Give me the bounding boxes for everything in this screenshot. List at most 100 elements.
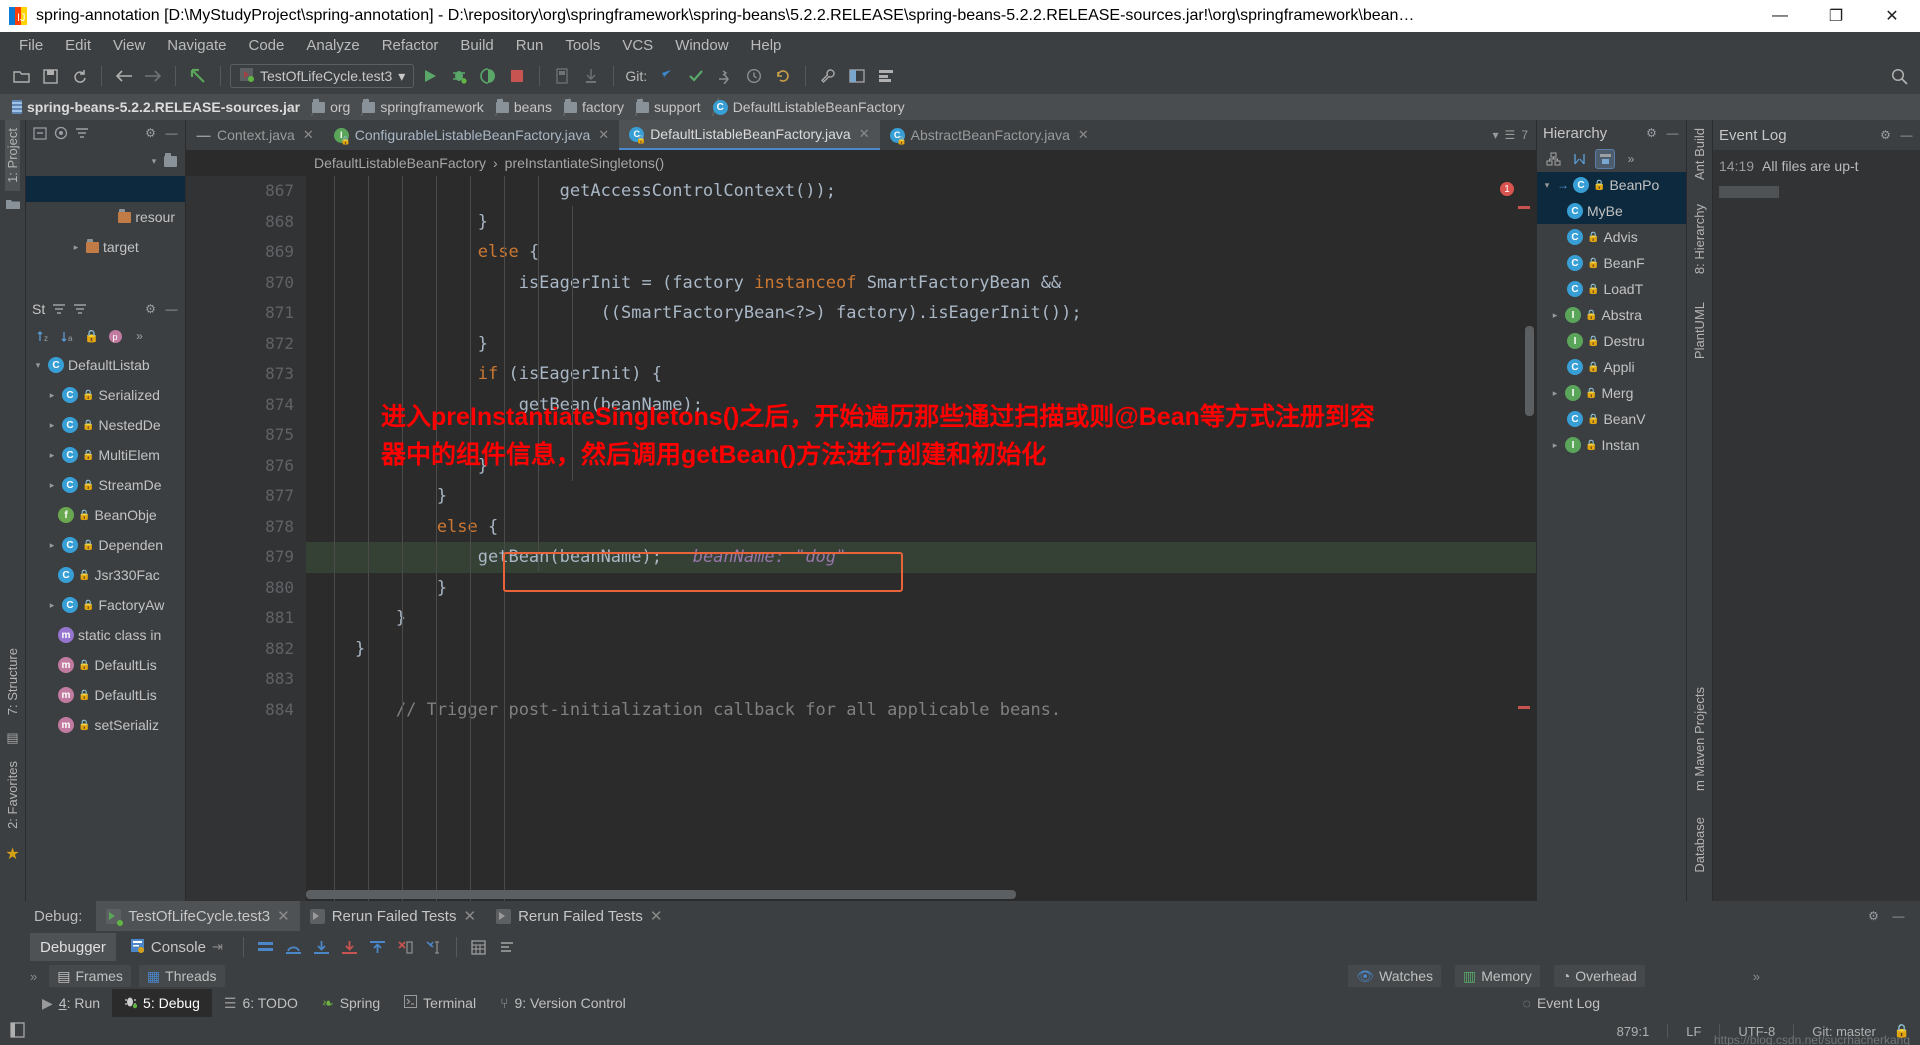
close-icon[interactable]: ✕	[1078, 127, 1089, 143]
sidebar-item-maven[interactable]: m Maven Projects	[1692, 679, 1707, 799]
hierarchy-row-4[interactable]: C 🔒 LoadT	[1537, 276, 1686, 302]
status-item-terminal[interactable]: Terminal	[392, 989, 488, 1017]
breadcrumb-item-beans[interactable]: beans	[492, 94, 560, 120]
caret-position[interactable]: 879:1	[1617, 1024, 1650, 1039]
structure-row-11[interactable]: m 🔒 DefaultLis	[26, 680, 185, 710]
chevron-down-icon[interactable]: ▾	[148, 156, 160, 167]
breadcrumb-item-jar[interactable]: spring-beans-5.2.2.RELEASE-sources.jar	[8, 94, 308, 120]
sidebar-item-structure[interactable]: 7: Structure	[5, 640, 20, 723]
line-separator[interactable]: LF	[1686, 1024, 1701, 1039]
structure-row-10[interactable]: m 🔒 DefaultLis	[26, 650, 185, 680]
collapse-all-icon[interactable]	[32, 126, 47, 141]
structure-row-5[interactable]: f 🔒 BeanObje	[26, 500, 185, 530]
chevron-right-icon[interactable]: ▸	[1549, 388, 1561, 399]
step-into-icon[interactable]	[310, 935, 334, 959]
sort-alpha-icon[interactable]: z	[36, 329, 51, 344]
chevron-right-icon[interactable]: ▸	[1549, 310, 1561, 321]
hierarchy-row-10[interactable]: ▸ I 🔒 Instan	[1537, 432, 1686, 458]
gear-icon[interactable]: ⚙	[143, 126, 158, 141]
drop-frame-icon[interactable]	[394, 935, 418, 959]
supertypes-icon[interactable]	[1595, 149, 1615, 169]
editor-breadcrumb-method[interactable]: preInstantiateSingletons()	[505, 155, 665, 171]
hierarchy-row-9[interactable]: C 🔒 BeanV	[1537, 406, 1686, 432]
structure-row-1[interactable]: ▸ C 🔒 Serialized	[26, 380, 185, 410]
hierarchy-row-3[interactable]: C 🔒 BeanF	[1537, 250, 1686, 276]
minimize-icon[interactable]: —	[1891, 909, 1906, 924]
minimize-icon[interactable]: —	[164, 302, 179, 317]
hierarchy-row-7[interactable]: C 🔒 Appli	[1537, 354, 1686, 380]
structure-row-2[interactable]: ▸ C 🔒 NestedDe	[26, 410, 185, 440]
menu-window[interactable]: Window	[664, 35, 739, 56]
sync-icon[interactable]	[66, 63, 92, 89]
tab-frames[interactable]: ▤ Frames	[49, 965, 131, 987]
chevron-right-icon[interactable]: ▸	[46, 390, 58, 401]
toggle-sidebar-icon[interactable]	[10, 1021, 25, 1041]
menu-analyze[interactable]: Analyze	[295, 35, 370, 56]
hierarchy-row-8[interactable]: ▸ I 🔒 Merg	[1537, 380, 1686, 406]
status-item-version-control[interactable]: ⑂ 9: Version Control	[488, 989, 638, 1017]
hierarchy-row-6[interactable]: I 🔒 Destru	[1537, 328, 1686, 354]
breadcrumb-item-org[interactable]: org	[308, 94, 358, 120]
force-step-into-icon[interactable]	[338, 935, 362, 959]
chevron-down-icon[interactable]: ▾	[1541, 180, 1553, 191]
tree-row-selected[interactable]	[26, 176, 185, 202]
run-configuration-selector[interactable]: TestOfLifeCycle.test3 ▾	[230, 64, 415, 88]
tab-overflow-control[interactable]: ▾ ☰ 7	[1485, 120, 1536, 150]
line-number-gutter[interactable]: 867 868 869 870 871 872 873 874 875 876 …	[186, 176, 306, 901]
pin-icon[interactable]: ⇥	[212, 939, 223, 955]
menu-tools[interactable]: Tools	[554, 35, 611, 56]
debug-session-tab-1[interactable]: Rerun Failed Tests ✕	[300, 901, 486, 931]
tree-row-target[interactable]: ▸ target	[26, 232, 185, 262]
minimize-button[interactable]: —	[1752, 0, 1808, 32]
code-text-area[interactable]: getAccessControlContext()); } else { isE…	[306, 176, 1536, 901]
chevron-right-icon[interactable]: ▸	[70, 242, 82, 253]
hierarchy-row-2[interactable]: C 🔒 Advis	[1537, 224, 1686, 250]
hierarchy-tree[interactable]: ▾ → C 🔒 BeanPo C MyBe C 🔒 Advis C 🔒 Bean…	[1537, 172, 1686, 901]
gear-icon[interactable]: ⚙	[1878, 128, 1893, 143]
show-inherited-icon[interactable]: 🔒	[84, 329, 99, 344]
structure-row-8[interactable]: ▸ C 🔒 FactoryAw	[26, 590, 185, 620]
open-project-icon[interactable]	[8, 63, 34, 89]
minimize-icon[interactable]: —	[1899, 128, 1914, 143]
chevron-down-icon[interactable]: ▾	[32, 360, 44, 371]
tab-console[interactable]: Console ⇥	[120, 933, 233, 961]
structure-rail-icon[interactable]: ▤	[6, 730, 18, 746]
chevron-down-icon[interactable]: ▾	[398, 68, 405, 85]
search-everywhere-icon[interactable]	[1886, 63, 1912, 89]
revert-icon[interactable]	[185, 63, 211, 89]
sidebar-item-project[interactable]: 1: Project	[5, 120, 20, 191]
build-project-icon[interactable]	[549, 63, 575, 89]
target-icon[interactable]	[53, 126, 68, 141]
vertical-scrollbar[interactable]	[1525, 326, 1534, 416]
back-icon[interactable]	[111, 63, 137, 89]
horizontal-scrollbar[interactable]	[306, 890, 1016, 899]
menu-refactor[interactable]: Refactor	[371, 35, 450, 56]
settings-wrench-icon[interactable]	[815, 63, 841, 89]
tab-abstractbeanfactory-java[interactable]: C 🔒 AbstractBeanFactory.java ✕	[879, 120, 1099, 150]
layout-icon[interactable]	[873, 63, 899, 89]
run-with-coverage-button[interactable]	[475, 63, 501, 89]
sidebar-item-ant-build[interactable]: Ant Build	[1692, 120, 1707, 188]
sort-icon[interactable]	[51, 302, 66, 317]
menu-edit[interactable]: Edit	[54, 35, 102, 56]
menu-view[interactable]: View	[102, 35, 156, 56]
tab-configurablelistablebeanfactory-java[interactable]: I 🔒 ConfigurableListableBeanFactory.java …	[323, 120, 620, 150]
error-stripe[interactable]	[1518, 706, 1530, 709]
git-push-icon[interactable]	[712, 63, 738, 89]
git-history-icon[interactable]	[741, 63, 767, 89]
layout-settings-icon[interactable]	[495, 935, 519, 959]
tab-memory[interactable]: ▥ Memory	[1455, 965, 1540, 987]
tab-context-java[interactable]: — Context.java ✕	[186, 120, 324, 150]
status-item-todo[interactable]: ☰ 6: TODO	[212, 989, 310, 1017]
sidebar-item-plantuml[interactable]: PlantUML	[1692, 294, 1707, 367]
tab-debugger[interactable]: Debugger	[30, 933, 116, 961]
structure-row-12[interactable]: m 🔒 setSerializ	[26, 710, 185, 740]
run-button[interactable]	[417, 63, 443, 89]
evaluate-expression-icon[interactable]	[467, 935, 491, 959]
close-button[interactable]: ✕	[1864, 0, 1920, 32]
event-log-body[interactable]: 14:19 All files are up-t	[1713, 150, 1920, 901]
more-icon[interactable]: »	[1621, 149, 1641, 169]
structure-row-9[interactable]: m static class in	[26, 620, 185, 650]
maximize-button[interactable]: ❐	[1808, 0, 1864, 32]
chevron-down-icon[interactable]: ▾	[1493, 128, 1499, 142]
